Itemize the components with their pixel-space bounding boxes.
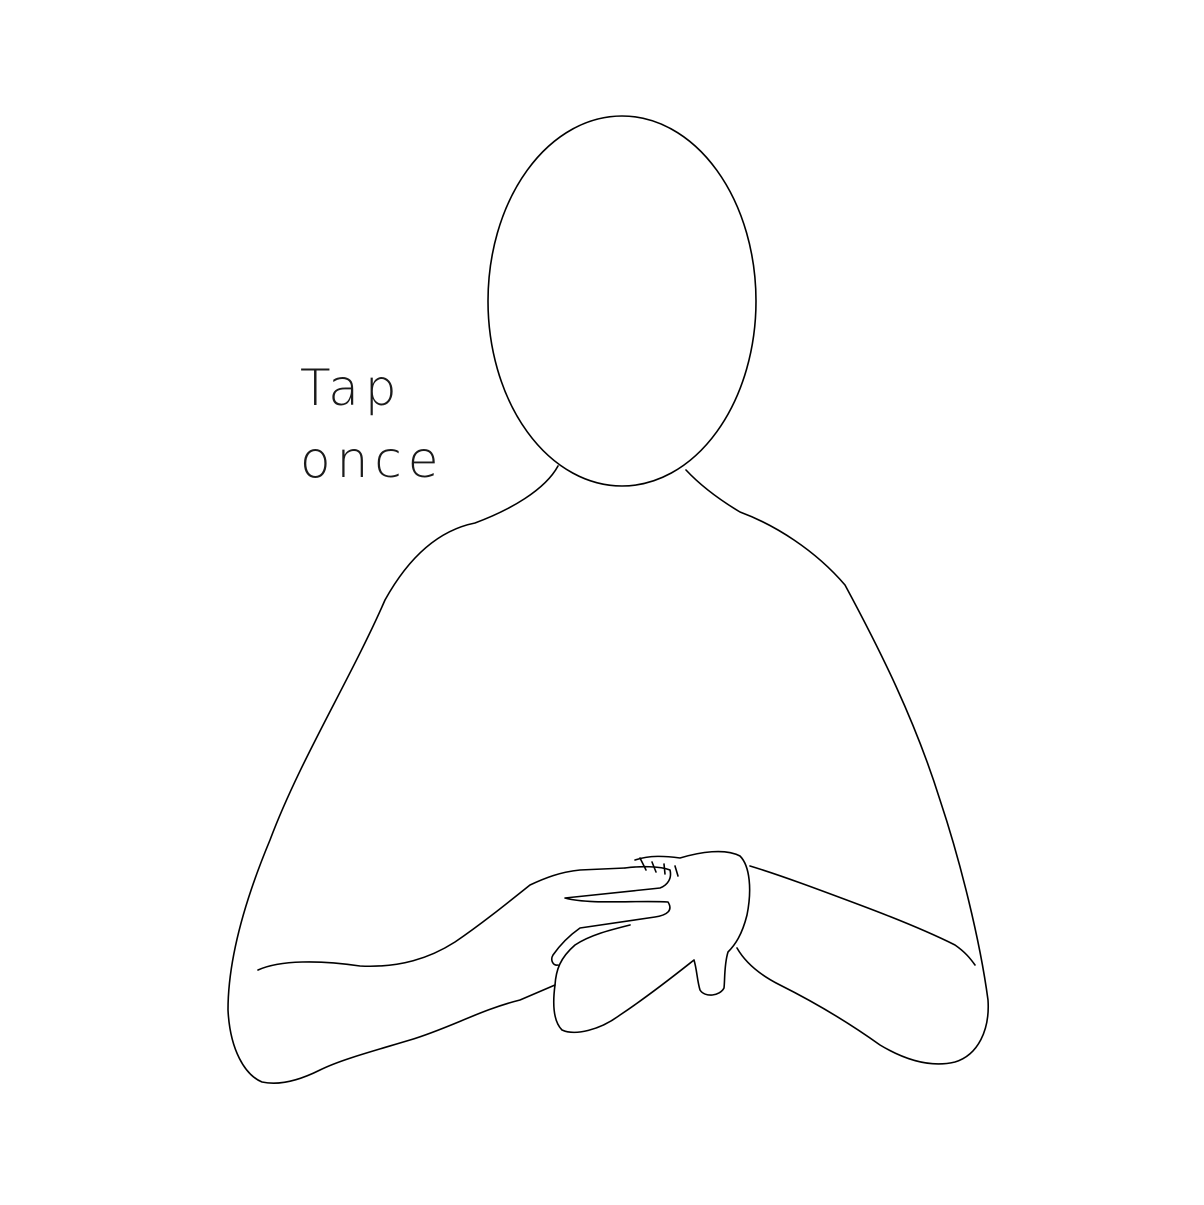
head-outline	[487, 115, 757, 487]
left-arm-crease	[257, 867, 626, 971]
caption-line-1: Tap	[300, 359, 403, 417]
caption-line-2: once	[300, 431, 445, 489]
torso-outline	[227, 465, 559, 1085]
right-hand	[552, 850, 751, 1034]
instruction-diagram: Tap once	[0, 0, 1204, 1200]
figure-drawing	[227, 115, 989, 1085]
instruction-caption: Tap once	[300, 352, 470, 496]
right-torso-outline	[685, 469, 989, 1065]
right-arm-crease	[749, 865, 976, 966]
